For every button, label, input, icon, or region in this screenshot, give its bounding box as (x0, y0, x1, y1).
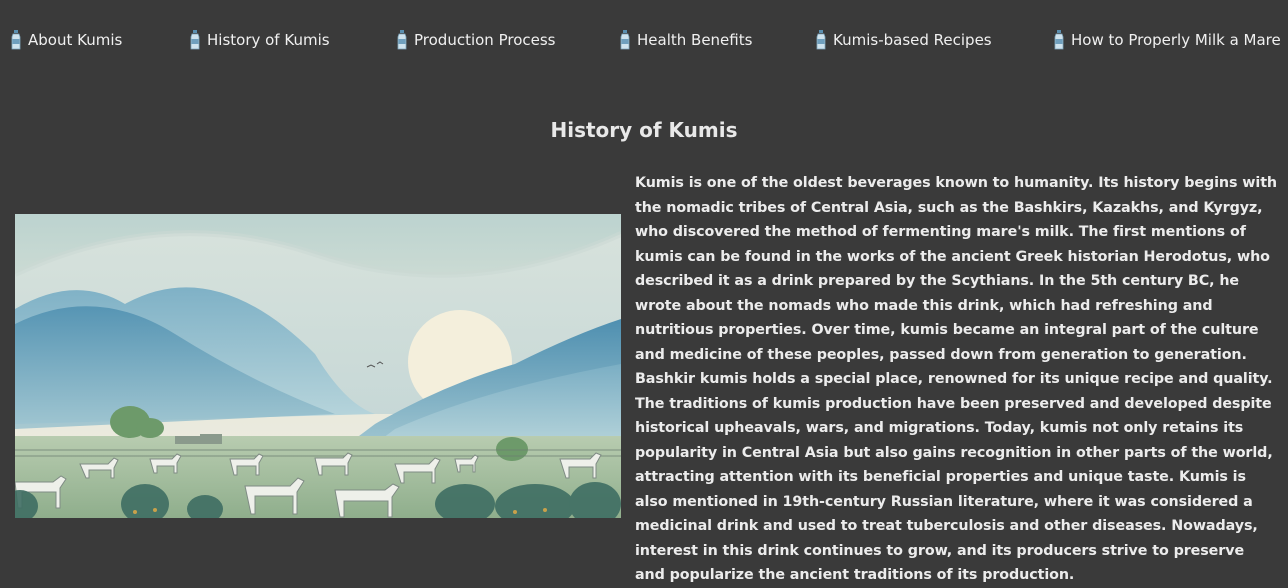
nav-item-how-to-milk-a-mare[interactable]: How to Properly Milk a Mare (1053, 28, 1281, 52)
bottle-icon (620, 30, 630, 50)
bottle-icon (397, 30, 407, 50)
bottle-icon (1054, 30, 1064, 50)
nav-item-label: About Kumis (28, 31, 123, 49)
steppe-landscape-illustration (15, 214, 621, 518)
nav-item-label: History of Kumis (207, 31, 330, 49)
bottle-icon (816, 30, 826, 50)
nav-item-history-of-kumis[interactable]: History of Kumis (189, 28, 330, 52)
bottle-icon (11, 30, 21, 50)
nav-item-label: Kumis-based Recipes (833, 31, 992, 49)
nav-item-label: How to Properly Milk a Mare (1071, 31, 1281, 49)
bottle-icon (190, 30, 200, 50)
nav-item-label: Production Process (414, 31, 556, 49)
nav-item-production-process[interactable]: Production Process (396, 28, 555, 52)
page-title: History of Kumis (550, 118, 738, 142)
nav-item-kumis-based-recipes[interactable]: Kumis-based Recipes (815, 28, 992, 52)
top-navigation: About Kumis History of Kumis Production … (0, 0, 1288, 80)
nav-item-label: Health Benefits (637, 31, 753, 49)
nav-item-health-benefits[interactable]: Health Benefits (619, 28, 752, 52)
history-paragraph: Kumis is one of the oldest beverages kno… (635, 175, 1278, 583)
nav-item-about-kumis[interactable]: About Kumis (10, 28, 122, 52)
